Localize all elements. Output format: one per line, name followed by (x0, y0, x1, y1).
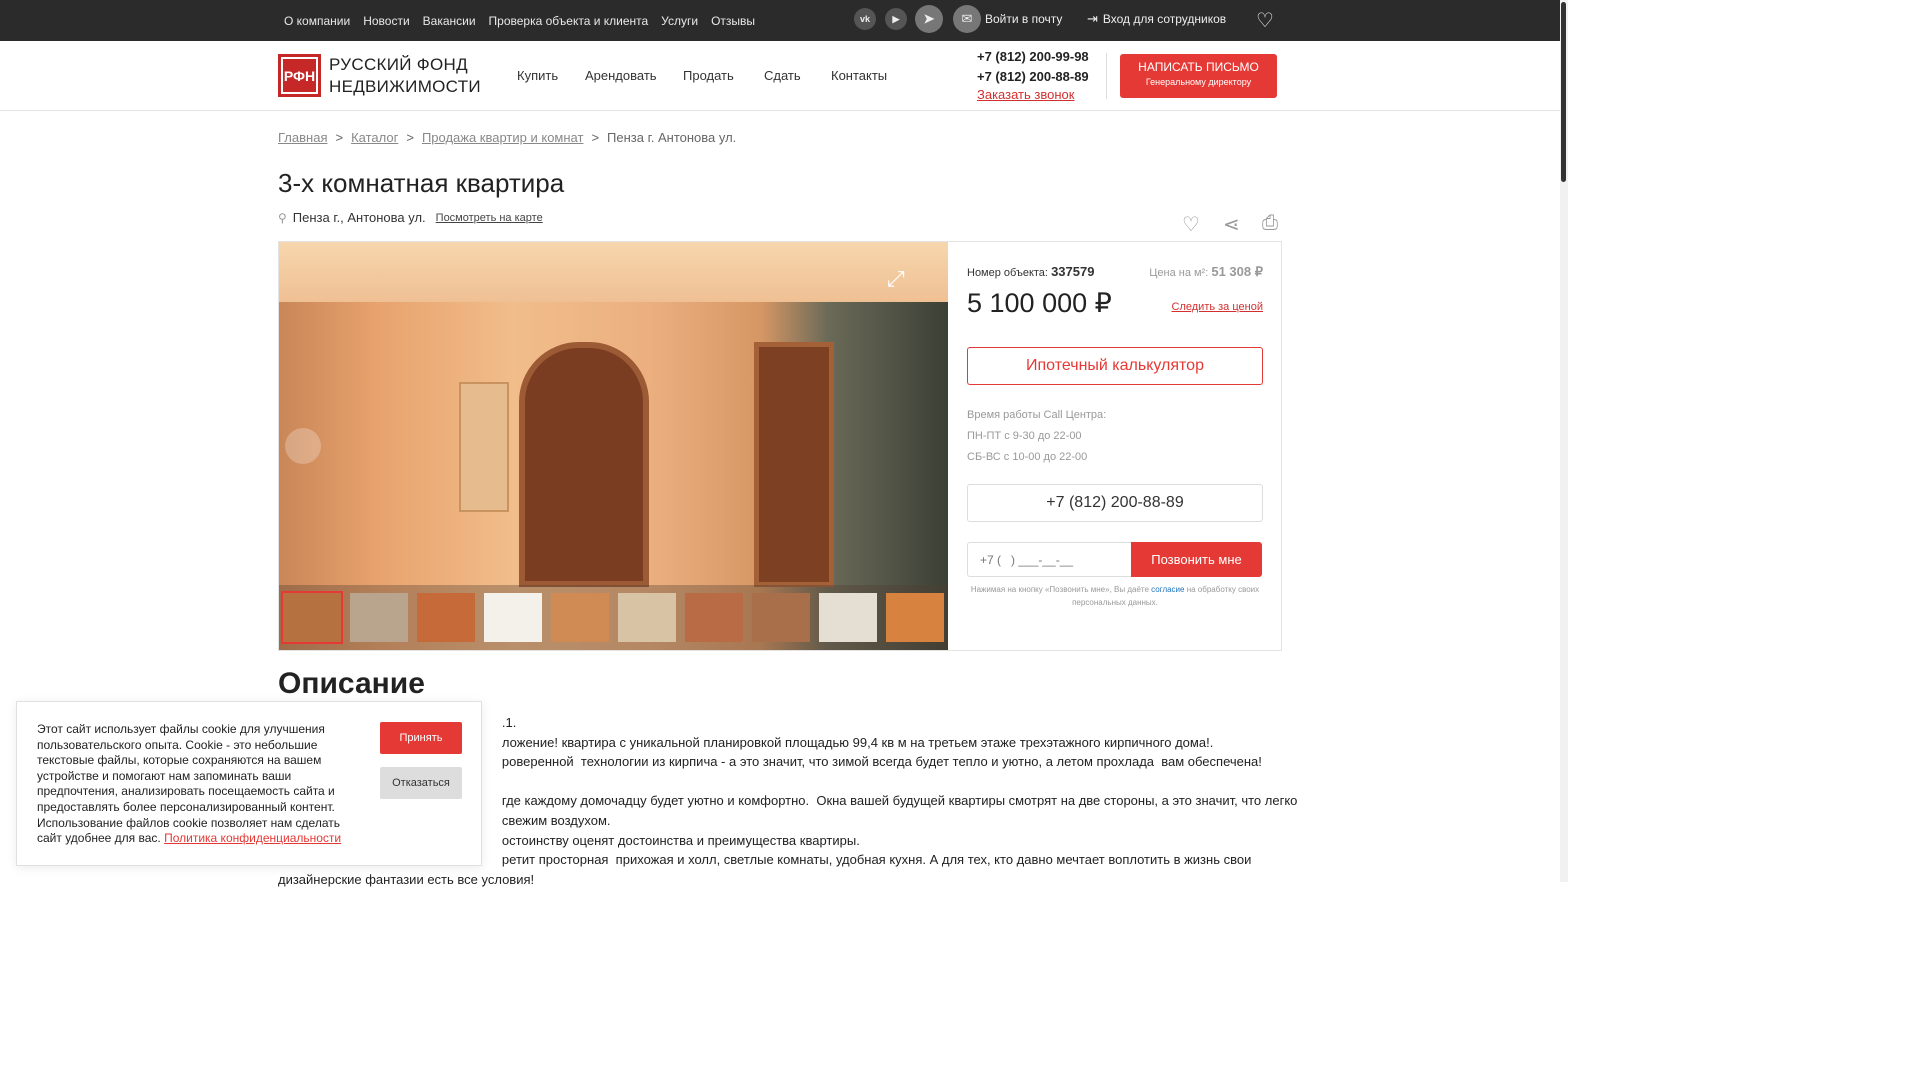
description-line: дизайнерские фантазии есть все условия! (278, 871, 535, 887)
photo-mirror (459, 382, 509, 512)
breadcrumb-current: Пенза г. Антонова ул. (607, 130, 737, 145)
nav-rent[interactable]: Арендовать (585, 68, 657, 83)
logout-icon: ⇥ (1087, 10, 1098, 26)
header-phone-1[interactable]: +7 (812) 200-99-98 (977, 47, 1089, 67)
favorites-heart-icon[interactable]: ♡ (1256, 8, 1274, 33)
listing-card: ⤢ Номер объекта: 337579 Цена на м²: 51 3… (278, 241, 1282, 651)
top-nav-check[interactable]: Проверка объекта и клиента (489, 14, 649, 28)
mortgage-calculator-button[interactable]: Ипотечный калькулятор (967, 347, 1263, 385)
header-phone-2[interactable]: +7 (812) 200-88-89 (977, 67, 1089, 87)
top-nav-reviews[interactable]: Отзывы (711, 14, 755, 28)
accept-cookies-button[interactable]: Принять (380, 722, 462, 754)
share-icon[interactable]: ⋖ (1223, 212, 1240, 237)
breadcrumb-home[interactable]: Главная (278, 130, 327, 145)
object-number-value: 337579 (1051, 264, 1095, 279)
top-nav: О компании Новости Вакансии Проверка объ… (284, 0, 768, 41)
thumbnail[interactable] (350, 593, 408, 642)
consent-note: Нажимая на кнопку «Позвонить мне», Вы да… (967, 583, 1263, 609)
listing-price: 5 100 000 ₽ (967, 288, 1112, 318)
mail-icon: ✉ (953, 5, 981, 33)
location-pin-icon: ⚲ (278, 210, 287, 225)
price-per-m2: Цена на м²: 51 308 ₽ (1149, 264, 1263, 280)
nav-contacts[interactable]: Контакты (831, 68, 887, 83)
hours-title: Время работы Call Центра: (967, 409, 1107, 421)
object-number: Номер объекта: 337579 (967, 264, 1094, 279)
hours-weekend: СБ-ВС с 10-00 до 22-00 (967, 451, 1088, 463)
logo-line-1: РУССКИЙ ФОНД (329, 55, 468, 74)
hours-weekdays: ПН-ПТ с 9-30 до 22-00 (967, 430, 1082, 442)
photo-door-right (754, 342, 834, 587)
vk-icon[interactable]: vk (854, 8, 876, 30)
privacy-policy-link[interactable]: Политика конфиденциальности (164, 831, 341, 845)
write-letter-sublabel: Генеральному директору (1145, 77, 1252, 87)
gallery-prev-button[interactable] (285, 428, 321, 464)
call-me-button[interactable]: Позвонить мне (1131, 542, 1262, 577)
youtube-icon[interactable]: ▶ (885, 8, 907, 30)
listing-address: ⚲ Пенза г., Антонова ул. Посмотреть на к… (278, 210, 543, 225)
phone-input[interactable] (967, 542, 1132, 577)
cookie-message: Этот сайт использует файлы cookie для ул… (37, 722, 340, 846)
top-nav-news[interactable]: Новости (363, 14, 409, 28)
callback-link[interactable]: Заказать звонок (977, 87, 1074, 102)
mail-login-label: Войти в почту (985, 12, 1063, 26)
staff-login-link[interactable]: ⇥ Вход для сотрудников (1087, 0, 1226, 37)
price-panel: Номер объекта: 337579 Цена на м²: 51 308… (967, 242, 1263, 650)
nav-sell[interactable]: Продать (683, 68, 734, 83)
thumbnail[interactable] (551, 593, 609, 642)
thumbnail[interactable] (685, 593, 743, 642)
nav-let[interactable]: Сдать (764, 68, 801, 83)
consent-link[interactable]: согласие (1151, 585, 1184, 594)
logo-mark[interactable]: РФН (278, 54, 321, 97)
thumbnail[interactable] (752, 593, 810, 642)
photo-door (519, 342, 649, 587)
thumbnail[interactable] (886, 593, 944, 642)
mail-login-link[interactable]: ✉ Войти в почту (953, 4, 1062, 34)
write-letter-button[interactable]: НАПИСАТЬ ПИСЬМО Генеральному директору (1120, 54, 1277, 98)
favorite-heart-icon[interactable]: ♡ (1182, 212, 1200, 237)
logo-mark-text: РФН (283, 67, 316, 84)
cookie-text: Этот сайт использует файлы cookie для ул… (37, 722, 357, 847)
watch-price-link[interactable]: Следить за ценой (1172, 301, 1263, 313)
print-icon[interactable]: ⎙ (1262, 212, 1278, 235)
thumbnail[interactable] (417, 593, 475, 642)
top-nav-services[interactable]: Услуги (661, 14, 698, 28)
thumbnail[interactable] (819, 593, 877, 642)
top-nav-vacancies[interactable]: Вакансии (423, 14, 476, 28)
thumbnail[interactable] (484, 593, 542, 642)
nav-buy[interactable]: Купить (517, 68, 558, 83)
header-phones: +7 (812) 200-99-98 +7 (812) 200-88-89 (977, 47, 1089, 87)
thumbnail-strip (279, 585, 948, 650)
price-per-m2-value: 51 308 ₽ (1211, 264, 1263, 279)
address-text: Пенза г., Антонова ул. (292, 210, 426, 225)
price-per-m2-label: Цена на м²: (1149, 267, 1209, 279)
description-title: Описание (278, 667, 425, 700)
breadcrumb: Главная > Каталог > Продажа квартир и комнат… (278, 130, 737, 145)
breadcrumb-sale[interactable]: Продажа квартир и комнат (422, 130, 584, 145)
write-letter-label: НАПИСАТЬ ПИСЬМО (1138, 60, 1259, 74)
page-title: 3-х комнатная квартира (278, 168, 565, 198)
thumbnail[interactable] (281, 591, 343, 644)
logo-text[interactable]: РУССКИЙ ФОНД НЕДВИЖИМОСТИ (329, 54, 481, 98)
scrollbar-thumb[interactable] (1561, 2, 1566, 182)
staff-login-label: Вход для сотрудников (1102, 11, 1227, 26)
thumbnail[interactable] (618, 593, 676, 642)
top-nav-about[interactable]: О компании (284, 14, 350, 28)
telegram-icon[interactable]: ➤ (915, 5, 943, 33)
photo-ceiling (279, 242, 948, 302)
site-header: РФН РУССКИЙ ФОНД НЕДВИЖИМОСТИ Купить Аре… (0, 41, 1560, 111)
call-center-hours: Время работы Call Центра: ПН-ПТ с 9-30 д… (967, 405, 1106, 468)
object-number-label: Номер объекта: (967, 267, 1048, 279)
cookie-banner: Этот сайт использует файлы cookie для ул… (16, 701, 482, 866)
top-bar: О компании Новости Вакансии Проверка объ… (0, 0, 1560, 41)
fullscreen-icon[interactable]: ⤢ (887, 266, 905, 292)
breadcrumb-catalog[interactable]: Каталог (351, 130, 398, 145)
consent-pre: Нажимая на кнопку «Позвонить мне», Вы да… (970, 585, 1149, 594)
header-divider (1106, 53, 1107, 99)
call-center-phone[interactable]: +7 (812) 200-88-89 (967, 484, 1263, 522)
decline-cookies-button[interactable]: Отказаться (380, 767, 462, 799)
photo-gallery[interactable]: ⤢ (279, 242, 948, 650)
logo-line-2: НЕДВИЖИМОСТИ (329, 77, 481, 96)
view-on-map-link[interactable]: Посмотреть на карте (436, 212, 543, 224)
